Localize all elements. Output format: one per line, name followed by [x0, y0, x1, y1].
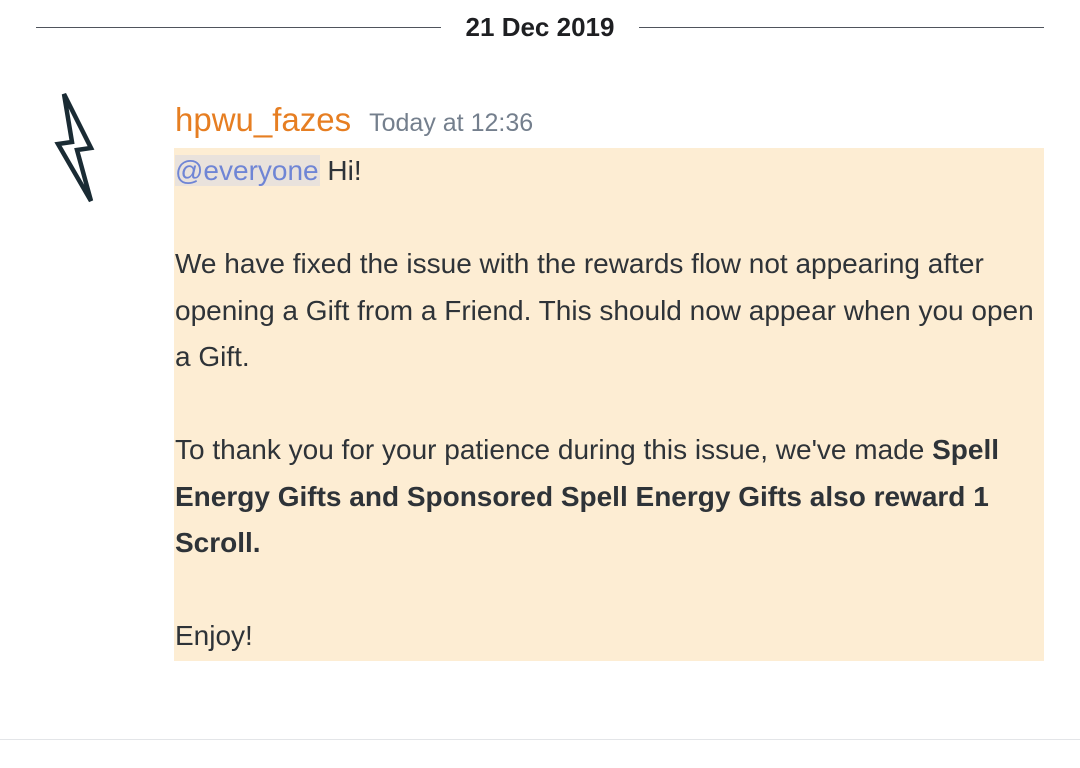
- greeting-text: Hi!: [319, 155, 362, 186]
- greeting-line: @everyone Hi!: [175, 148, 1035, 195]
- divider-line-right: [639, 27, 1044, 28]
- everyone-mention[interactable]: @everyone: [175, 155, 320, 186]
- message-header: hpwu_fazes Today at 12:36: [175, 98, 533, 142]
- bottom-divider: [0, 739, 1080, 740]
- timestamp[interactable]: Today at 12:36: [369, 109, 533, 137]
- message-content: @everyone Hi! We have fixed the issue wi…: [174, 148, 1044, 661]
- date-label: 21 Dec 2019: [465, 12, 615, 42]
- message-text: @everyone Hi! We have fixed the issue wi…: [175, 148, 1035, 660]
- avatar[interactable]: [52, 92, 106, 204]
- paragraph-fix-notice: We have fixed the issue with the rewards…: [175, 248, 1034, 372]
- date-divider: 21 Dec 2019: [36, 0, 1044, 56]
- closing-text: Enjoy!: [175, 620, 253, 651]
- paragraph-reward-notice: To thank you for your patience during th…: [175, 427, 1035, 567]
- divider-line-left: [36, 27, 441, 28]
- reward-intro-text: To thank you for your patience during th…: [175, 434, 925, 465]
- username[interactable]: hpwu_fazes: [175, 101, 351, 138]
- lightning-bolt-icon: [54, 92, 95, 203]
